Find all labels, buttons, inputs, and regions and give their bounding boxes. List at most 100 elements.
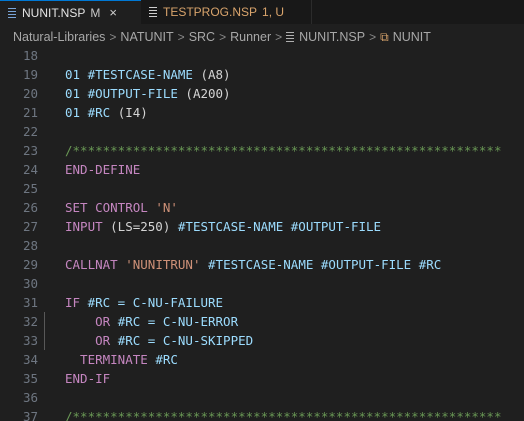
code-token: 'N' [155,200,178,215]
line-number: 33 [22,333,38,348]
chevron-right-icon: > [275,30,283,44]
code-line[interactable]: 30 [0,274,524,293]
line-number: 35 [22,371,38,386]
tab-testprog-nsp[interactable]: TESTPROG.NSP 1, U [141,0,312,24]
breadcrumb-natunit[interactable]: NATUNIT [120,30,173,44]
line-code: /***************************************… [65,141,502,160]
line-code: 01 #OUTPUT-FILE (A200) [65,84,231,103]
line-number: 22 [22,124,38,139]
file-lines-icon [8,7,16,18]
code-line[interactable]: 35 END-IF [0,369,524,388]
code-token: (A200) [185,86,231,101]
symbol-icon: ⧉ [380,29,389,44]
breadcrumb-file[interactable]: NUNIT.NSP [299,30,365,44]
line-code: TERMINATE #RC [65,350,178,369]
code-line[interactable]: 18 [0,50,524,65]
line-code: 01 #TESTCASE-NAME (A8) [65,65,231,84]
code-token: TERMINATE [65,352,156,367]
breadcrumb-src[interactable]: SRC [189,30,215,44]
code-line[interactable]: 31 IF #RC = C-NU-FAILURE [0,293,524,312]
chevron-right-icon: > [219,30,227,44]
breadcrumb: Natural-Libraries > NATUNIT > SRC > Runn… [0,24,524,50]
breadcrumb-natural-libraries[interactable]: Natural-Libraries [13,30,105,44]
line-code: END-IF [65,369,110,388]
line-number: 24 [22,162,38,177]
code-token: 01 #TESTCASE-NAME [65,67,201,82]
code-token: /***************************************… [65,143,502,158]
tab-bar: NUNIT.NSP M × TESTPROG.NSP 1, U [0,0,524,24]
line-number: 18 [22,50,38,63]
chevron-right-icon: > [109,30,117,44]
code-token: CALLNAT [65,257,126,272]
code-token: #RC = C-NU-ERROR [117,314,239,329]
breadcrumb-symbol[interactable]: NUNIT [393,30,431,44]
code-token: OR [65,314,118,329]
indent-guide [44,331,45,350]
code-line[interactable]: 24 END-DEFINE [0,160,524,179]
line-number: 25 [22,181,38,196]
code-token: END-DEFINE [65,162,141,177]
line-code: CALLNAT 'NUNITRUN' #TESTCASE-NAME #OUTPU… [65,255,441,274]
tab-label: NUNIT.NSP [22,5,86,20]
chevron-right-icon: > [177,30,185,44]
line-code: END-DEFINE [65,160,140,179]
code-line[interactable]: 19 01 #TESTCASE-NAME (A8) [0,65,524,84]
file-lines-icon [286,32,295,42]
code-token: IF [65,295,88,310]
line-code: SET CONTROL 'N' [65,198,178,217]
file-lines-icon [149,7,157,17]
line-number: 21 [22,105,38,120]
code-line[interactable]: 20 01 #OUTPUT-FILE (A200) [0,84,524,103]
breadcrumb-runner[interactable]: Runner [230,30,271,44]
tab-problem-status: 1, U [262,5,285,19]
code-token: #RC [155,352,178,367]
code-token: 01 #OUTPUT-FILE [65,86,186,101]
code-token: (LS=250) [110,219,178,234]
code-line[interactable]: 25 [0,179,524,198]
line-number: 30 [22,276,38,291]
code-editor[interactable]: 18 19 01 #TESTCASE-NAME (A8) 20 01 #OUTPUT-F… [0,50,524,421]
code-line[interactable]: 22 [0,122,524,141]
code-token: INPUT [65,219,111,234]
code-token: SET CONTROL [65,200,156,215]
line-number: 36 [22,390,38,405]
code-line[interactable]: 34 TERMINATE #RC [0,350,524,369]
code-line[interactable]: 23 /*************************************… [0,141,524,160]
line-number: 31 [22,295,38,310]
code-token: OR [65,333,118,348]
code-line[interactable]: 33 OR #RC = C-NU-SKIPPED [0,331,524,350]
line-code: OR #RC = C-NU-ERROR [65,312,238,331]
code-token: 01 #RC [65,105,118,120]
indent-guide [44,312,45,331]
code-line[interactable]: 36 [0,388,524,407]
code-line[interactable]: 29 CALLNAT 'NUNITRUN' #TESTCASE-NAME #OUT… [0,255,524,274]
code-token: #TESTCASE-NAME #OUTPUT-FILE #RC [208,257,442,272]
line-code: /***************************************… [65,407,502,421]
line-number: 23 [22,143,38,158]
line-number: 28 [22,238,38,253]
code-token: /***************************************… [65,409,502,421]
code-line[interactable]: 37 /*************************************… [0,407,524,421]
line-number: 20 [22,86,38,101]
line-code: IF #RC = C-NU-FAILURE [65,293,223,312]
code-line[interactable]: 21 01 #RC (I4) [0,103,524,122]
line-number: 19 [22,67,38,82]
tab-modified-status: M [90,5,101,20]
code-line[interactable]: 28 [0,236,524,255]
tab-nunit-nsp[interactable]: NUNIT.NSP M × [0,0,141,24]
line-code: 01 #RC (I4) [65,103,148,122]
code-token: END-IF [65,371,111,386]
code-token: #RC = C-NU-FAILURE [87,295,224,310]
close-icon[interactable]: × [109,5,117,20]
code-token: 'NUNITRUN' [125,257,209,272]
code-line[interactable]: 26 SET CONTROL 'N' [0,198,524,217]
chevron-right-icon: > [369,30,377,44]
tab-label: TESTPROG.NSP [163,5,258,19]
code-token: (I4) [117,105,148,120]
code-line[interactable]: 27 INPUT (LS=250) #TESTCASE-NAME #OUTPUT-… [0,217,524,236]
line-number: 29 [22,257,38,272]
code-line[interactable]: 32 OR #RC = C-NU-ERROR [0,312,524,331]
code-token: (A8) [200,67,231,82]
line-code: OR #RC = C-NU-SKIPPED [65,331,253,350]
line-number: 27 [22,219,38,234]
